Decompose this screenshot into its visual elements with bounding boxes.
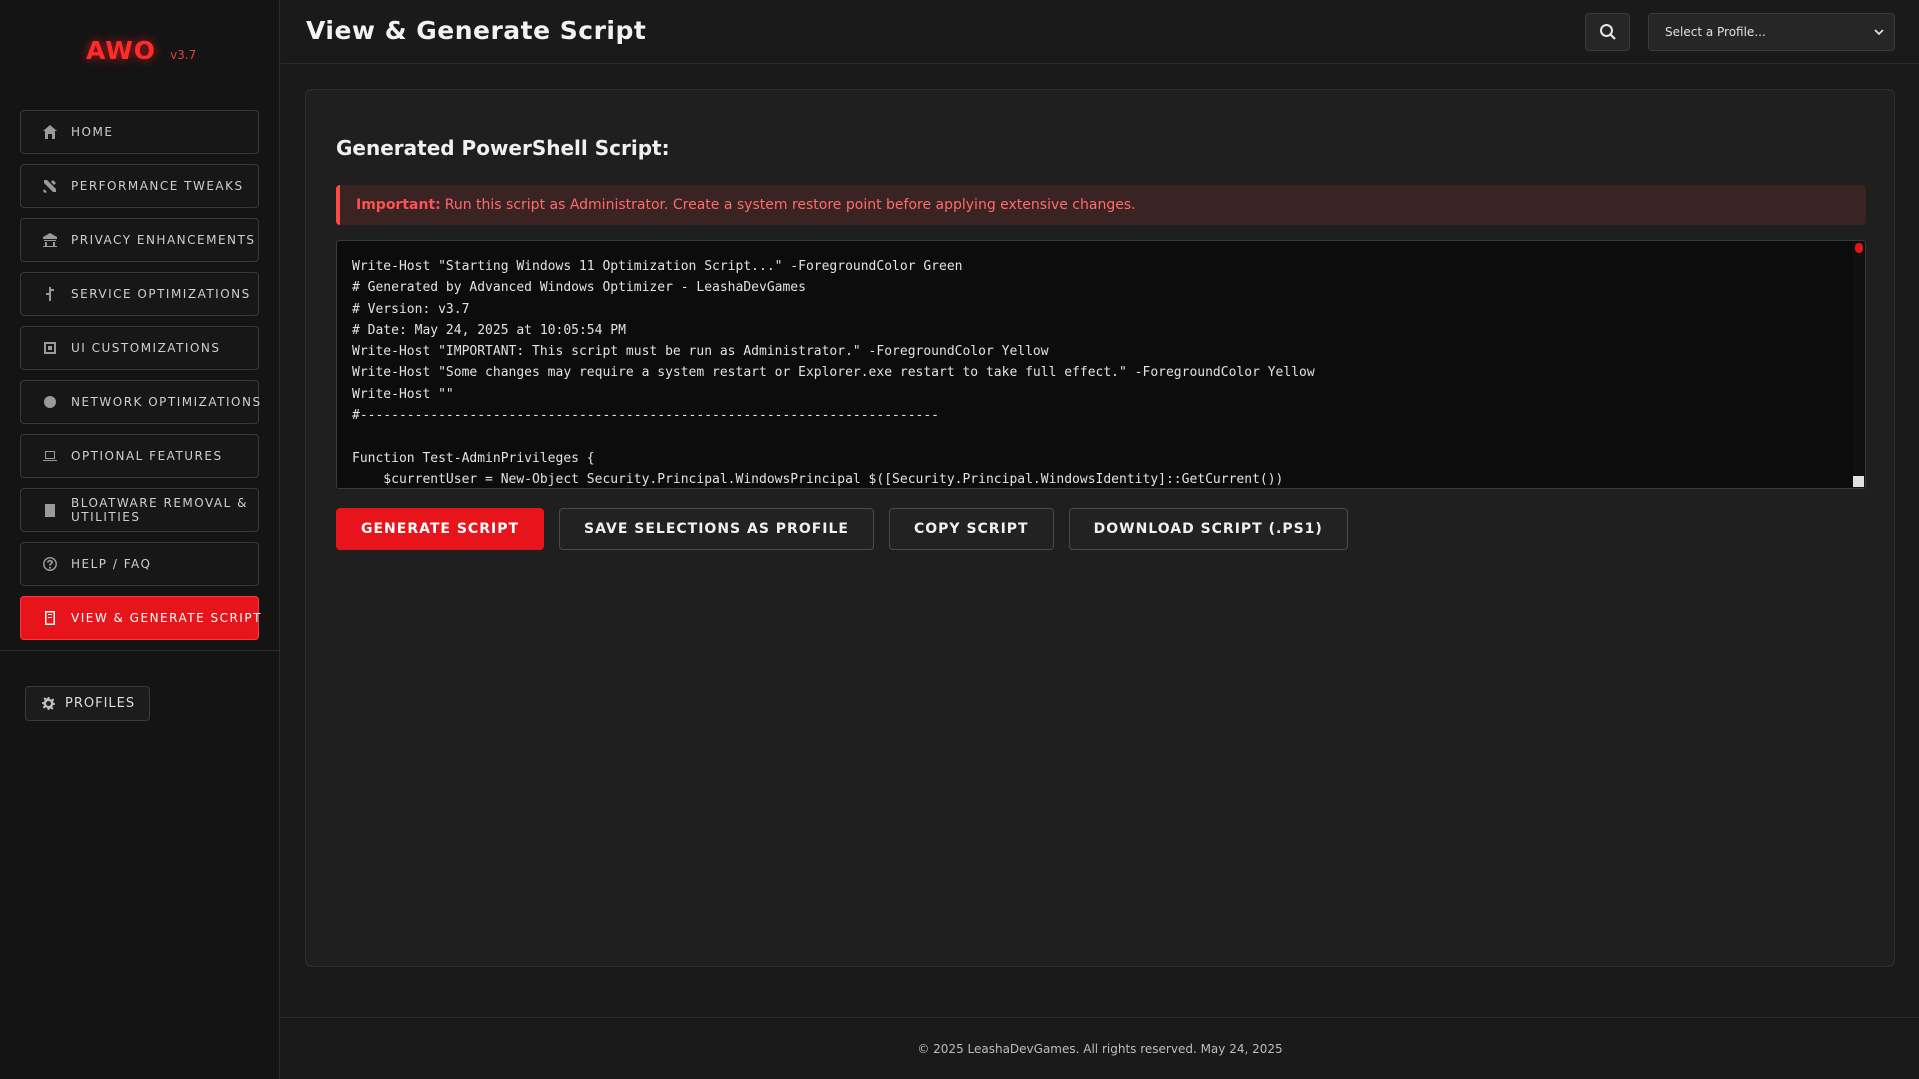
sidebar-item-label: HOME [71,125,114,139]
home-icon [41,123,59,141]
resize-grip-icon[interactable] [1853,476,1864,487]
sidebar-item-label: BLOATWARE REMOVAL & UTILITIES [71,496,248,524]
sidebar-item-label: HELP / FAQ [71,557,152,571]
sidebar-item-view-generate-script[interactable]: VIEW & GENERATE SCRIPT [20,596,262,640]
script-line: Function Test-AdminPrivileges { [352,450,595,466]
logo: AWO v3.7 [86,36,196,65]
laptop-icon [41,447,59,465]
scrollbar[interactable] [1853,241,1865,488]
sidebar-item-label: PRIVACY ENHANCEMENTS [71,233,256,247]
sidebar-item-privacy-enhancements[interactable]: PRIVACY ENHANCEMENTS [20,218,259,262]
search-button[interactable] [1585,13,1630,51]
alert-prefix: Important: [356,197,441,213]
important-alert: Important: Run this script as Administra… [336,185,1866,225]
script-line: Write-Host "Starting Windows 11 Optimiza… [352,259,963,274]
download-script-button[interactable]: DOWNLOAD SCRIPT (.PS1) [1068,508,1348,550]
version-label: v3.7 [170,48,197,62]
sidebar-item-service-optimizations[interactable]: SERVICE OPTIMIZATIONS [20,272,259,316]
page-title: View & Generate Script [306,16,647,45]
sidebar-item-ui-customizations[interactable]: UI CUSTOMIZATIONS [20,326,259,370]
scrollbar-thumb[interactable] [1855,243,1863,253]
footer: © 2025 LeashaDevGames. All rights reserv… [281,1017,1919,1079]
script-line: #---------------------------------------… [352,408,939,424]
sidebar-item-label: SERVICE OPTIMIZATIONS [71,287,251,301]
sidebar-item-label: NETWORK OPTIMIZATIONS [71,395,262,409]
generate-script-button[interactable]: GENERATE SCRIPT [336,508,545,550]
profiles-label: PROFILES [65,696,136,711]
script-line: Write-Host "" [352,386,454,402]
sidebar-nav: HOME PERFORMANCE TWEAKS PRIVACY ENHANCEM… [20,110,262,650]
script-code: Write-Host "Starting Windows 11 Optimiza… [352,256,1845,488]
profiles-button[interactable]: PROFILES [25,686,150,721]
search-icon [1599,24,1616,40]
script-line: Write-Host "IMPORTANT: This script must … [352,344,1049,360]
script-line [352,426,1845,447]
network-icon [41,393,59,411]
script-line: # Generated by Advanced Windows Optimize… [352,280,806,296]
action-buttons: GENERATE SCRIPT SAVE SELECTIONS AS PROFI… [336,508,1348,550]
service-icon [41,285,59,303]
script-line: $currentUser = New-Object Security.Princ… [352,471,1284,487]
script-line: Write-Host "Some changes may require a s… [352,365,1315,381]
sidebar-item-label: VIEW & GENERATE SCRIPT [71,611,262,625]
palette-icon [41,339,59,357]
copy-script-button[interactable]: COPY SCRIPT [889,508,1054,550]
script-icon [41,609,59,627]
logo-text: AWO [86,36,157,65]
profile-select-value: Select a Profile... [1665,25,1766,39]
sidebar-item-bloatware-removal[interactable]: BLOATWARE REMOVAL & UTILITIES [20,488,259,532]
header: View & Generate Script Select a Profile.… [281,0,1919,64]
section-title: Generated PowerShell Script: [336,136,670,160]
chevron-down-icon [1874,29,1884,36]
sidebar-item-performance-tweaks[interactable]: PERFORMANCE TWEAKS [20,164,259,208]
script-card: Generated PowerShell Script: Important: … [305,89,1895,967]
script-line: # Date: May 24, 2025 at 10:05:54 PM [352,322,626,338]
sidebar-item-optional-features[interactable]: OPTIONAL FEATURES [20,434,259,478]
script-line: # Version: v3.7 [352,301,470,317]
tools-icon [41,177,59,195]
sidebar-item-label: OPTIONAL FEATURES [71,449,223,463]
footer-text: © 2025 LeashaDevGames. All rights reserv… [917,1041,1283,1056]
sidebar-item-home[interactable]: HOME [20,110,259,154]
script-textarea[interactable]: Write-Host "Starting Windows 11 Optimiza… [336,240,1866,489]
sidebar: AWO v3.7 HOME PERFORMANCE TWEAKS PRIVACY… [0,0,280,1079]
help-icon [41,555,59,573]
alert-text: Run this script as Administrator. Create… [444,197,1136,213]
privacy-icon [41,231,59,249]
trash-icon [41,501,59,519]
profile-select[interactable]: Select a Profile... [1648,13,1895,51]
sidebar-divider [0,650,280,651]
sidebar-item-help-faq[interactable]: HELP / FAQ [20,542,259,586]
sidebar-item-label: UI CUSTOMIZATIONS [71,341,221,355]
gear-icon [42,697,55,710]
save-profile-button[interactable]: SAVE SELECTIONS AS PROFILE [559,508,874,550]
sidebar-item-label: PERFORMANCE TWEAKS [71,179,244,193]
sidebar-item-network-optimizations[interactable]: NETWORK OPTIMIZATIONS [20,380,262,424]
